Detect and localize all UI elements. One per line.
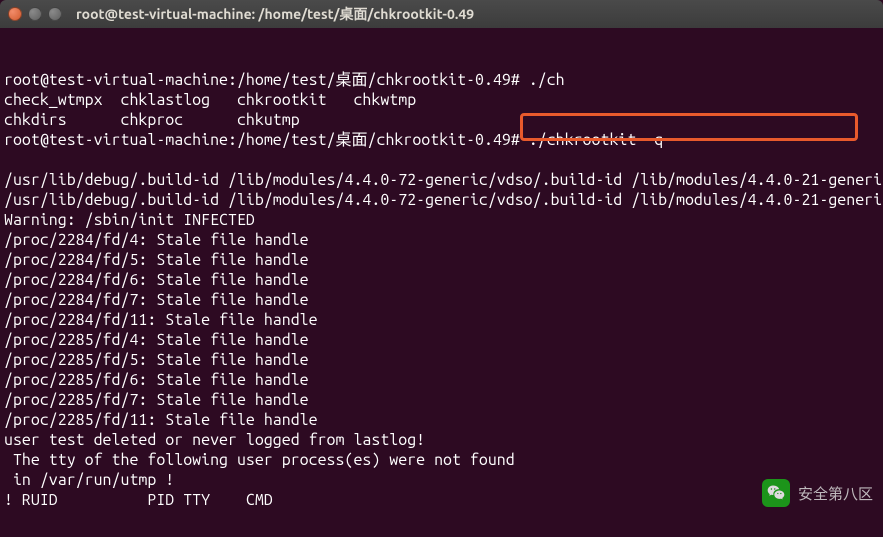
- terminal-line: root@test-virtual-machine:/home/test/桌面/…: [4, 70, 879, 90]
- watermark: 安全第八区: [762, 479, 873, 507]
- window-title: root@test-virtual-machine: /home/test/桌面…: [76, 4, 474, 24]
- terminal-line: user test deleted or never logged from l…: [4, 430, 879, 450]
- terminal-line: /proc/2284/fd/11: Stale file handle: [4, 310, 879, 330]
- terminal-line: in /var/run/utmp !: [4, 470, 879, 490]
- window-titlebar: root@test-virtual-machine: /home/test/桌面…: [0, 0, 883, 28]
- terminal-line: /proc/2285/fd/5: Stale file handle: [4, 350, 879, 370]
- terminal-line: /usr/lib/debug/.build-id /lib/modules/4.…: [4, 190, 879, 210]
- window-buttons: [8, 7, 62, 21]
- terminal-line: /proc/2284/fd/6: Stale file handle: [4, 270, 879, 290]
- wechat-icon: [762, 479, 790, 507]
- maximize-icon[interactable]: [48, 7, 62, 21]
- terminal-line: root@test-virtual-machine:/home/test/桌面/…: [4, 130, 879, 150]
- terminal-line: [4, 150, 879, 170]
- watermark-text: 安全第八区: [798, 483, 873, 504]
- terminal-line: /proc/2284/fd/5: Stale file handle: [4, 250, 879, 270]
- terminal-line: /usr/lib/debug/.build-id /lib/modules/4.…: [4, 170, 879, 190]
- minimize-icon[interactable]: [28, 7, 42, 21]
- terminal-line: /proc/2284/fd/7: Stale file handle: [4, 290, 879, 310]
- terminal-output[interactable]: root@test-virtual-machine:/home/test/桌面/…: [0, 28, 883, 512]
- terminal-line: /proc/2284/fd/4: Stale file handle: [4, 230, 879, 250]
- close-icon[interactable]: [8, 7, 22, 21]
- terminal-line: /proc/2285/fd/4: Stale file handle: [4, 330, 879, 350]
- terminal-line: /proc/2285/fd/7: Stale file handle: [4, 390, 879, 410]
- terminal-line: Warning: /sbin/init INFECTED: [4, 210, 879, 230]
- terminal-line: chkdirs chkproc chkutmp: [4, 110, 879, 130]
- terminal-line: check_wtmpx chklastlog chkrootkit chkwtm…: [4, 90, 879, 110]
- terminal-line: /proc/2285/fd/11: Stale file handle: [4, 410, 879, 430]
- terminal-line: /proc/2285/fd/6: Stale file handle: [4, 370, 879, 390]
- terminal-line: ! RUID PID TTY CMD: [4, 490, 879, 510]
- terminal-line: The tty of the following user process(es…: [4, 450, 879, 470]
